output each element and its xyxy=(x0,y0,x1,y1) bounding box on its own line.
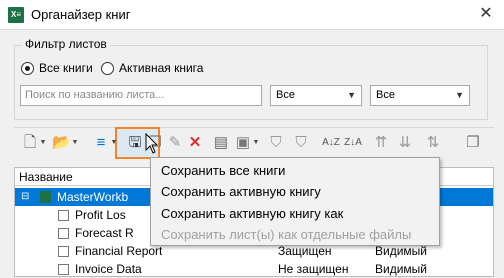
sheet-icon xyxy=(58,210,69,221)
move-icon[interactable]: ⇅ xyxy=(424,133,442,153)
protect-sheet-icon[interactable]: ▣ xyxy=(234,133,252,153)
radio-all-books-label: Все книги xyxy=(39,61,93,75)
save-dropdown-menu: Сохранить все книги Сохранить активную к… xyxy=(150,157,440,246)
delete-icon[interactable]: ✕ xyxy=(186,133,204,153)
sheet-icon xyxy=(58,246,69,257)
add-sheet-icon[interactable]: ≡ xyxy=(92,133,110,153)
mouse-cursor-icon xyxy=(145,133,159,154)
move-down-icon[interactable]: ⇊ xyxy=(396,133,414,153)
sheet-visibility: Видимый xyxy=(375,262,427,276)
menu-save-active-book[interactable]: Сохранить активную книгу xyxy=(161,181,321,203)
menu-save-sheets-separately[interactable]: Сохранить лист(ы) как отдельные файлы xyxy=(161,224,411,246)
visibility-filter-value: Все xyxy=(376,89,395,101)
chevron-down-icon[interactable]: ▼ xyxy=(39,133,47,153)
sheet-name[interactable]: Invoice Data xyxy=(75,260,142,278)
sheet-name[interactable]: Profit Los xyxy=(75,206,126,224)
chevron-down-icon: ▼ xyxy=(347,90,356,100)
radio-active-book-label: Активная книга xyxy=(119,61,204,75)
new-file-icon[interactable]: 🗋 xyxy=(22,133,38,153)
sheet-search-input[interactable]: Поиск по названию листа... xyxy=(20,85,262,106)
sheet-icon xyxy=(58,228,69,239)
filter-group xyxy=(14,45,488,120)
status-filter-select[interactable]: Все ▼ xyxy=(270,85,362,106)
visibility-filter-select[interactable]: Все ▼ xyxy=(370,85,470,106)
menu-save-active-book-as[interactable]: Сохранить активную книгу как xyxy=(161,203,343,225)
shield-check-icon[interactable]: ⛉ xyxy=(267,133,285,153)
window-title: Органайзер книг xyxy=(31,7,131,22)
sheet-icon xyxy=(58,264,69,275)
filter-group-label: Фильтр листов xyxy=(22,37,110,51)
open-folder-icon[interactable]: 📂 xyxy=(52,133,71,153)
workbook-icon xyxy=(40,191,51,203)
menu-save-all-books[interactable]: Сохранить все книги xyxy=(161,160,285,182)
radio-active-book[interactable] xyxy=(101,62,114,75)
chevron-down-icon[interactable]: ▼ xyxy=(252,133,260,153)
chevron-down-icon[interactable]: ▼ xyxy=(71,133,79,153)
sheet-name[interactable]: Forecast R xyxy=(75,224,134,242)
shield-x-icon[interactable]: ⛉ xyxy=(292,133,310,153)
sort-az-icon[interactable]: A↓Z xyxy=(322,133,340,153)
excel-app-icon: X≡ xyxy=(8,7,24,23)
radio-all-books[interactable] xyxy=(21,62,34,75)
chevron-down-icon[interactable]: ▼ xyxy=(110,133,118,153)
title-bar: X≡ Органайзер книг ✕ xyxy=(0,0,504,30)
rename-pencil-icon[interactable]: ✎ xyxy=(166,133,184,153)
move-up-icon[interactable]: ⇈ xyxy=(372,133,390,153)
sort-za-icon[interactable]: Z↓A xyxy=(344,133,362,153)
chevron-down-icon: ▼ xyxy=(455,90,464,100)
status-filter-value: Все xyxy=(276,89,295,101)
sheet-status: Не защищен xyxy=(278,262,349,276)
header-name[interactable]: Название xyxy=(19,168,73,186)
toolbar: 🗋 ▼ 📂 ▼ ≡ ▼ 🖫 ❐ ✎ ✕ ▤ ▣ ▼ ⛉ ⛉ A↓Z Z↓A ⇈ … xyxy=(14,128,494,160)
workbook-name: MasterWorkb xyxy=(57,190,129,204)
save-icon[interactable]: 🖫 xyxy=(124,133,146,153)
collapse-icon[interactable]: ⊟ xyxy=(21,188,29,206)
close-icon[interactable]: ✕ xyxy=(474,3,498,25)
document-icon[interactable]: ▤ xyxy=(212,133,230,153)
duplicate-icon[interactable]: ❐ xyxy=(464,133,482,153)
